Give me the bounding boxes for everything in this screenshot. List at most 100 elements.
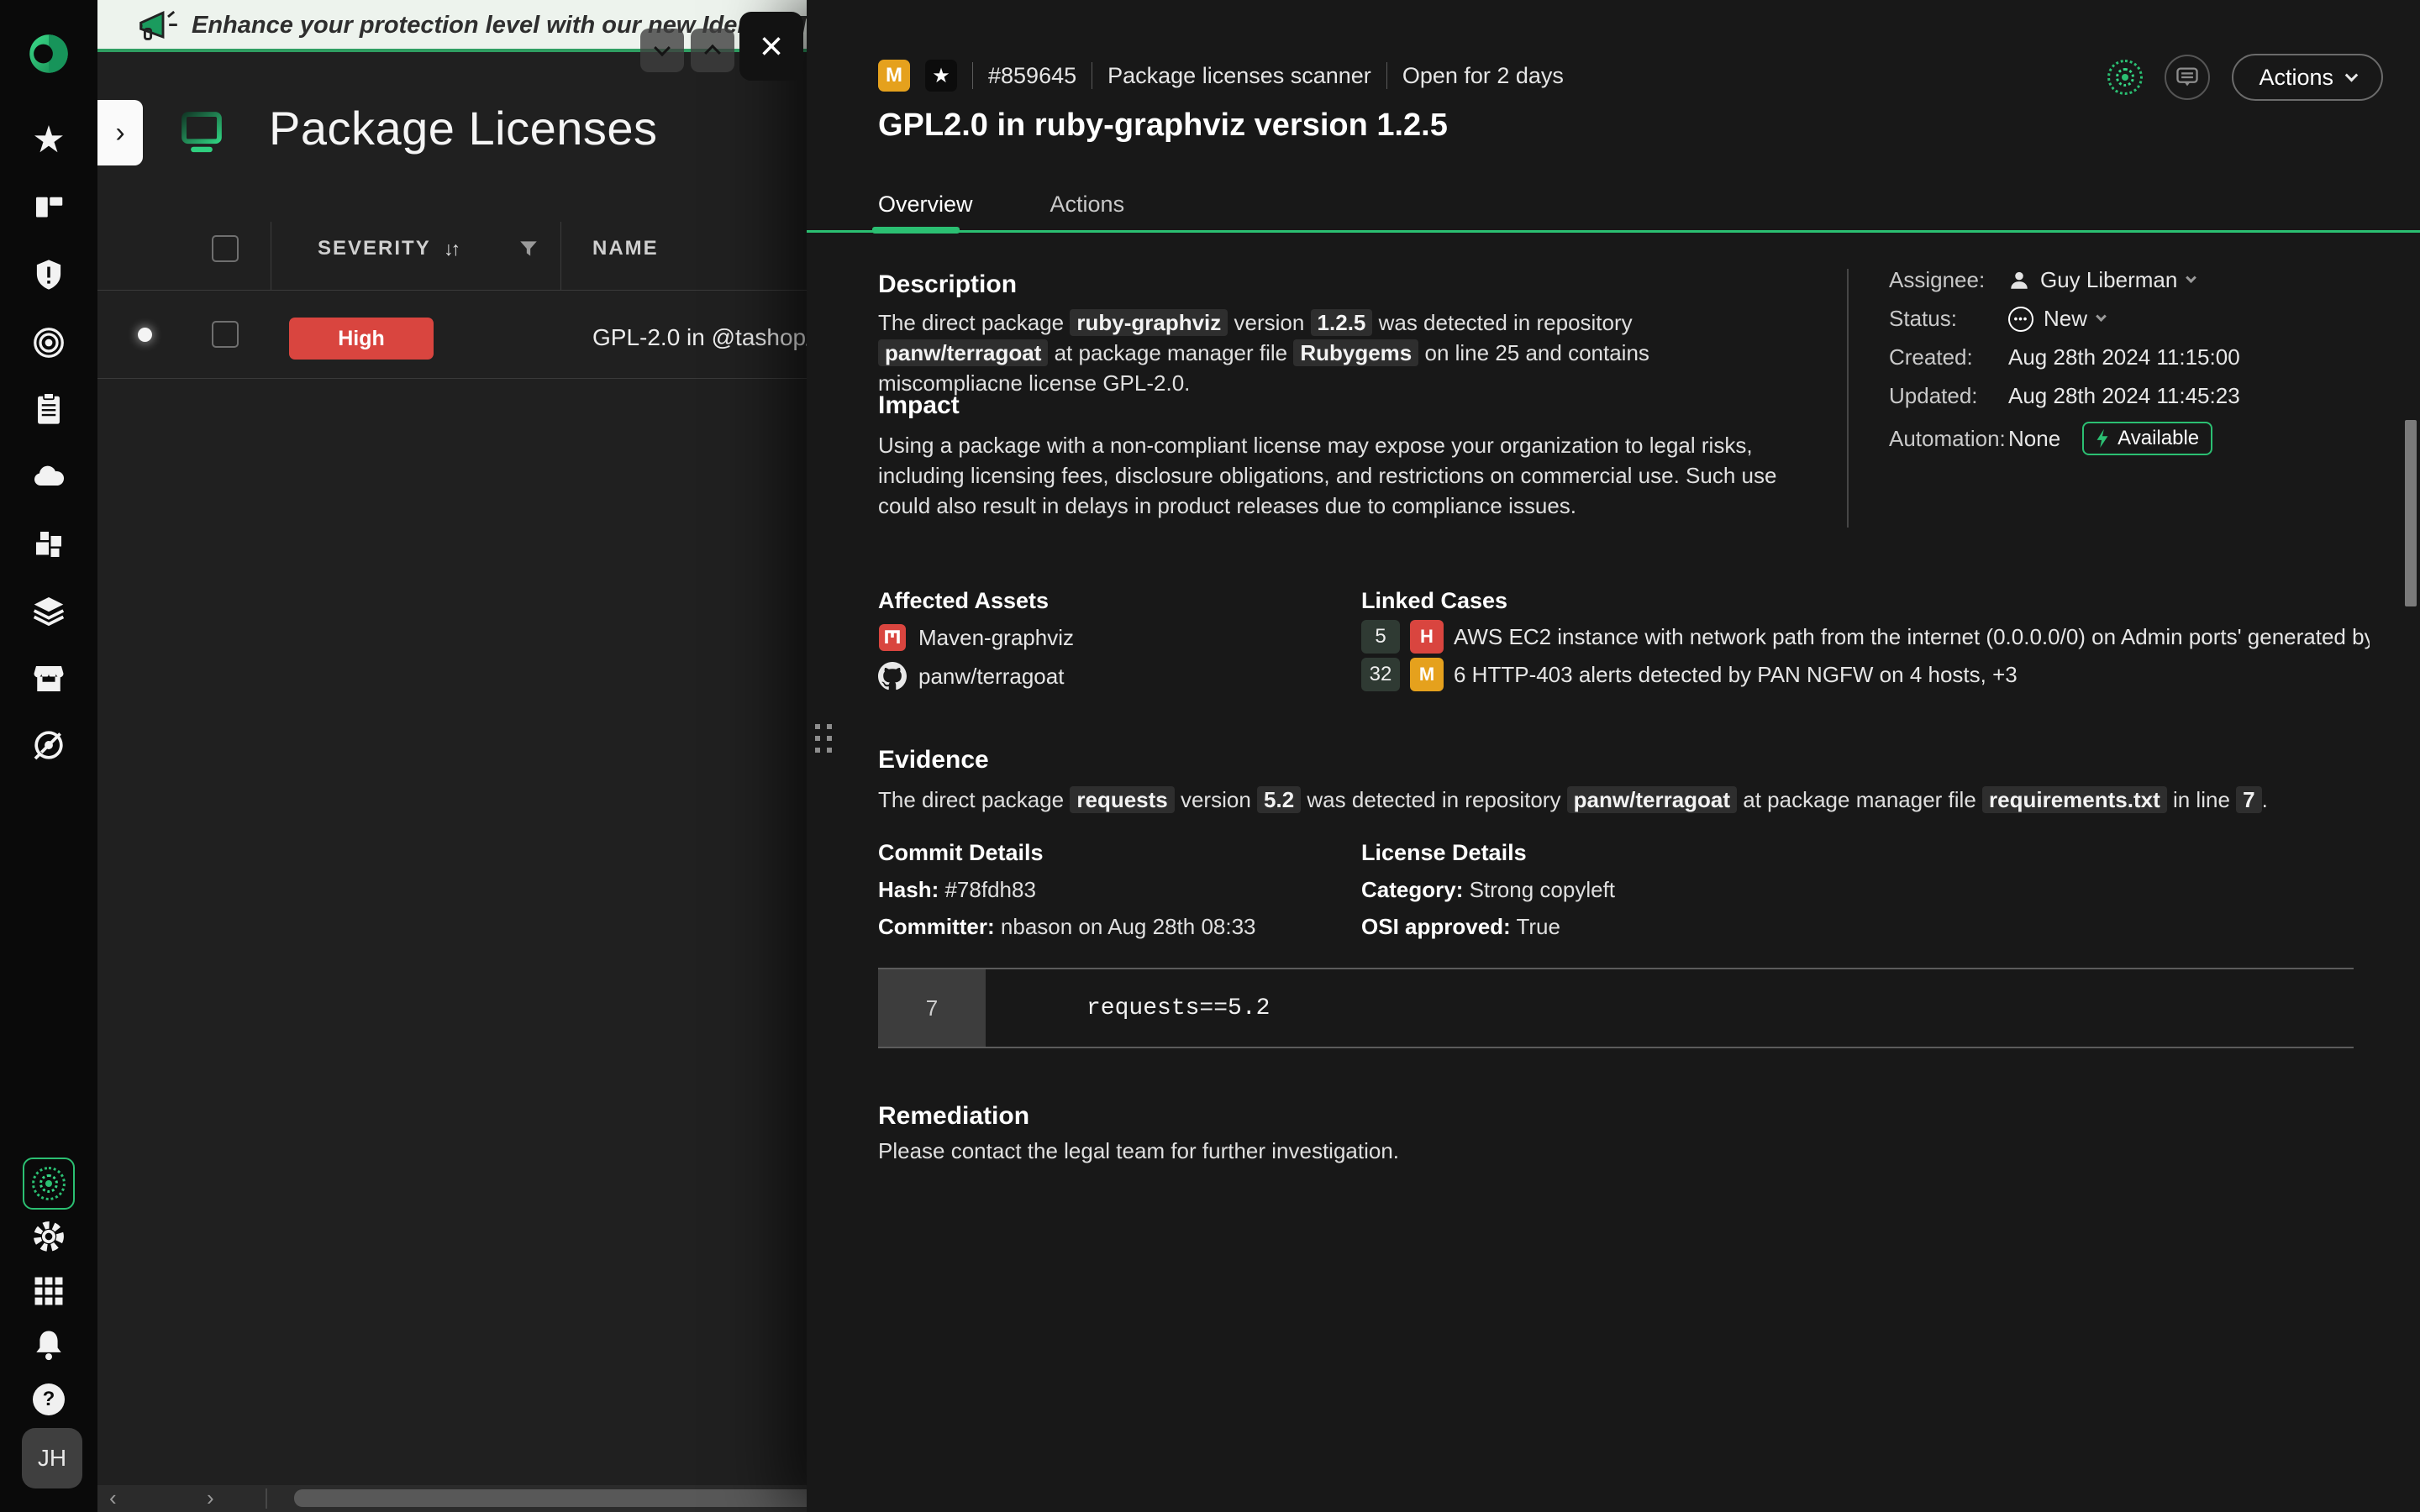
scanner-monitor-icon (177, 108, 226, 156)
case-detail-drawer: M ★ #859645 Package licenses scanner Ope… (807, 0, 2420, 1512)
created-label: Created: (1889, 344, 2008, 370)
code-line-content: requests==5.2 (986, 969, 2354, 1047)
layers-icon[interactable] (0, 591, 97, 631)
tab-actions[interactable]: Actions (1050, 192, 1125, 218)
assignee-label: Assignee: (1889, 267, 2008, 293)
evidence-code-block: 7 requests==5.2 (878, 968, 2354, 1048)
automation-label: Automation: (1889, 426, 2008, 452)
comments-button[interactable] (2165, 55, 2210, 100)
drawer-resize-handle[interactable] (815, 724, 832, 753)
remediation-heading: Remediation (878, 1102, 1029, 1131)
impact-text: Using a package with a non-compliant lic… (878, 430, 1794, 521)
linked-case[interactable]: 5 H AWS EC2 instance with network path f… (1361, 620, 2370, 654)
evidence-heading: Evidence (878, 746, 989, 774)
chevron-down-icon (2186, 272, 2196, 283)
risk-shield-icon[interactable] (0, 255, 97, 295)
code-line-number: 7 (878, 969, 986, 1047)
status-new-icon: ••• (2008, 307, 2033, 332)
commit-committer: Committer: nbason on Aug 28th 08:33 (878, 914, 1256, 940)
evidence-text: The direct package requests version 5.2 … (878, 785, 2189, 815)
actions-button[interactable]: Actions (2232, 54, 2383, 101)
ai-analysis-icon[interactable] (2107, 60, 2143, 95)
affected-assets-heading: Affected Assets (878, 588, 1049, 614)
impact-heading: Impact (878, 391, 960, 420)
chevron-down-icon (654, 39, 671, 56)
automation-available-button[interactable]: Available (2082, 422, 2212, 455)
close-icon: × (760, 24, 783, 70)
sidebar-expand-tab[interactable]: › (97, 100, 143, 165)
row-checkbox[interactable] (212, 321, 239, 348)
active-tab-indicator (872, 227, 960, 234)
asset-link[interactable]: panw/terragoat (878, 662, 1064, 690)
help-icon[interactable]: ? (0, 1379, 97, 1420)
status-dropdown[interactable]: ••• New (2008, 306, 2240, 332)
scrollbar-divider (266, 1488, 267, 1509)
favorites-star-icon[interactable]: ★ (0, 120, 97, 160)
tab-overview[interactable]: Overview (878, 192, 973, 218)
scroll-right-icon[interactable]: › (207, 1485, 214, 1510)
header-divider (97, 290, 807, 291)
notifications-bell-icon[interactable] (0, 1325, 97, 1365)
dashboard-icon[interactable] (0, 186, 97, 227)
maven-icon (878, 623, 907, 652)
cloud-icon[interactable] (0, 456, 97, 496)
severity-medium-badge: M (1410, 658, 1444, 691)
marketplace-storefront-icon[interactable] (0, 659, 97, 699)
drawer-grow-button[interactable] (691, 29, 734, 72)
chevron-down-icon (2345, 68, 2359, 81)
modules-blocks-icon[interactable] (0, 524, 97, 564)
drawer-close-button[interactable]: × (739, 12, 803, 81)
drawer-shrink-button[interactable] (640, 29, 684, 72)
license-category: Category: Strong copyleft (1361, 877, 1615, 903)
policies-clipboard-icon[interactable] (0, 389, 97, 429)
chevron-up-icon (704, 45, 721, 61)
scanner-name: Package licenses scanner (1107, 63, 1371, 89)
case-id: #859645 (988, 63, 1076, 89)
assignee-dropdown[interactable]: Guy Liberman (2008, 267, 2240, 293)
app-logo-icon[interactable] (0, 34, 97, 74)
commit-hash: Hash: #78fdh83 (878, 877, 1036, 903)
lightning-icon (2096, 428, 2109, 449)
column-header-severity[interactable]: SEVERITY (318, 237, 431, 260)
user-avatar[interactable]: JH (22, 1428, 82, 1488)
case-count-badge: 32 (1361, 658, 1400, 691)
license-osi: OSI approved: True (1361, 914, 1560, 940)
sort-icon[interactable]: ↓↑ (444, 238, 458, 260)
tabs-divider (807, 230, 2420, 233)
person-icon (2008, 270, 2030, 291)
settings-gear-icon[interactable] (0, 1216, 97, 1257)
severity-high-badge: H (1410, 620, 1444, 654)
updated-label: Updated: (1889, 383, 2008, 409)
description-heading: Description (878, 270, 1017, 299)
ai-assistant-icon-active[interactable] (23, 1158, 75, 1210)
linked-cases-heading: Linked Cases (1361, 588, 1507, 614)
filter-funnel-icon[interactable] (518, 238, 539, 260)
star-icon: ★ (932, 64, 950, 88)
case-count-badge: 5 (1361, 620, 1400, 654)
asset-link[interactable]: Maven-graphviz (878, 623, 1074, 652)
gauge-compass-icon[interactable] (0, 725, 97, 765)
favorite-star-button[interactable]: ★ (925, 60, 957, 92)
package-licenses-panel: › Package Licenses SEVERITY ↓↑ NAME High… (97, 52, 807, 1512)
column-header-name[interactable]: NAME (592, 237, 659, 260)
case-severity-badge: M (878, 60, 910, 92)
vertical-scroll-thumb[interactable] (2405, 420, 2417, 606)
automation-value: None Available (2008, 422, 2240, 455)
scroll-left-icon[interactable]: ‹ (109, 1485, 117, 1510)
unread-bullet (138, 328, 152, 342)
severity-badge: High (289, 318, 434, 360)
comment-bubble-icon (2175, 65, 2200, 90)
target-icon[interactable] (0, 323, 97, 363)
divider (972, 62, 973, 89)
metadata-divider (1847, 269, 1849, 528)
linked-case[interactable]: 32 M 6 HTTP-403 alerts detected by PAN N… (1361, 658, 2018, 691)
horizontal-scrollbar: ‹ › (97, 1485, 807, 1512)
select-all-checkbox[interactable] (212, 235, 239, 262)
row-name: GPL-2.0 in @tashop/c (592, 324, 807, 351)
divider (1386, 62, 1387, 89)
description-text: The direct package ruby-graphviz version… (878, 307, 1727, 398)
sidebar: ★ ? JH (0, 0, 97, 1512)
horizontal-scroll-thumb[interactable] (294, 1489, 807, 1507)
apps-grid-icon[interactable] (0, 1271, 97, 1311)
open-duration: Open for 2 days (1402, 63, 1564, 89)
